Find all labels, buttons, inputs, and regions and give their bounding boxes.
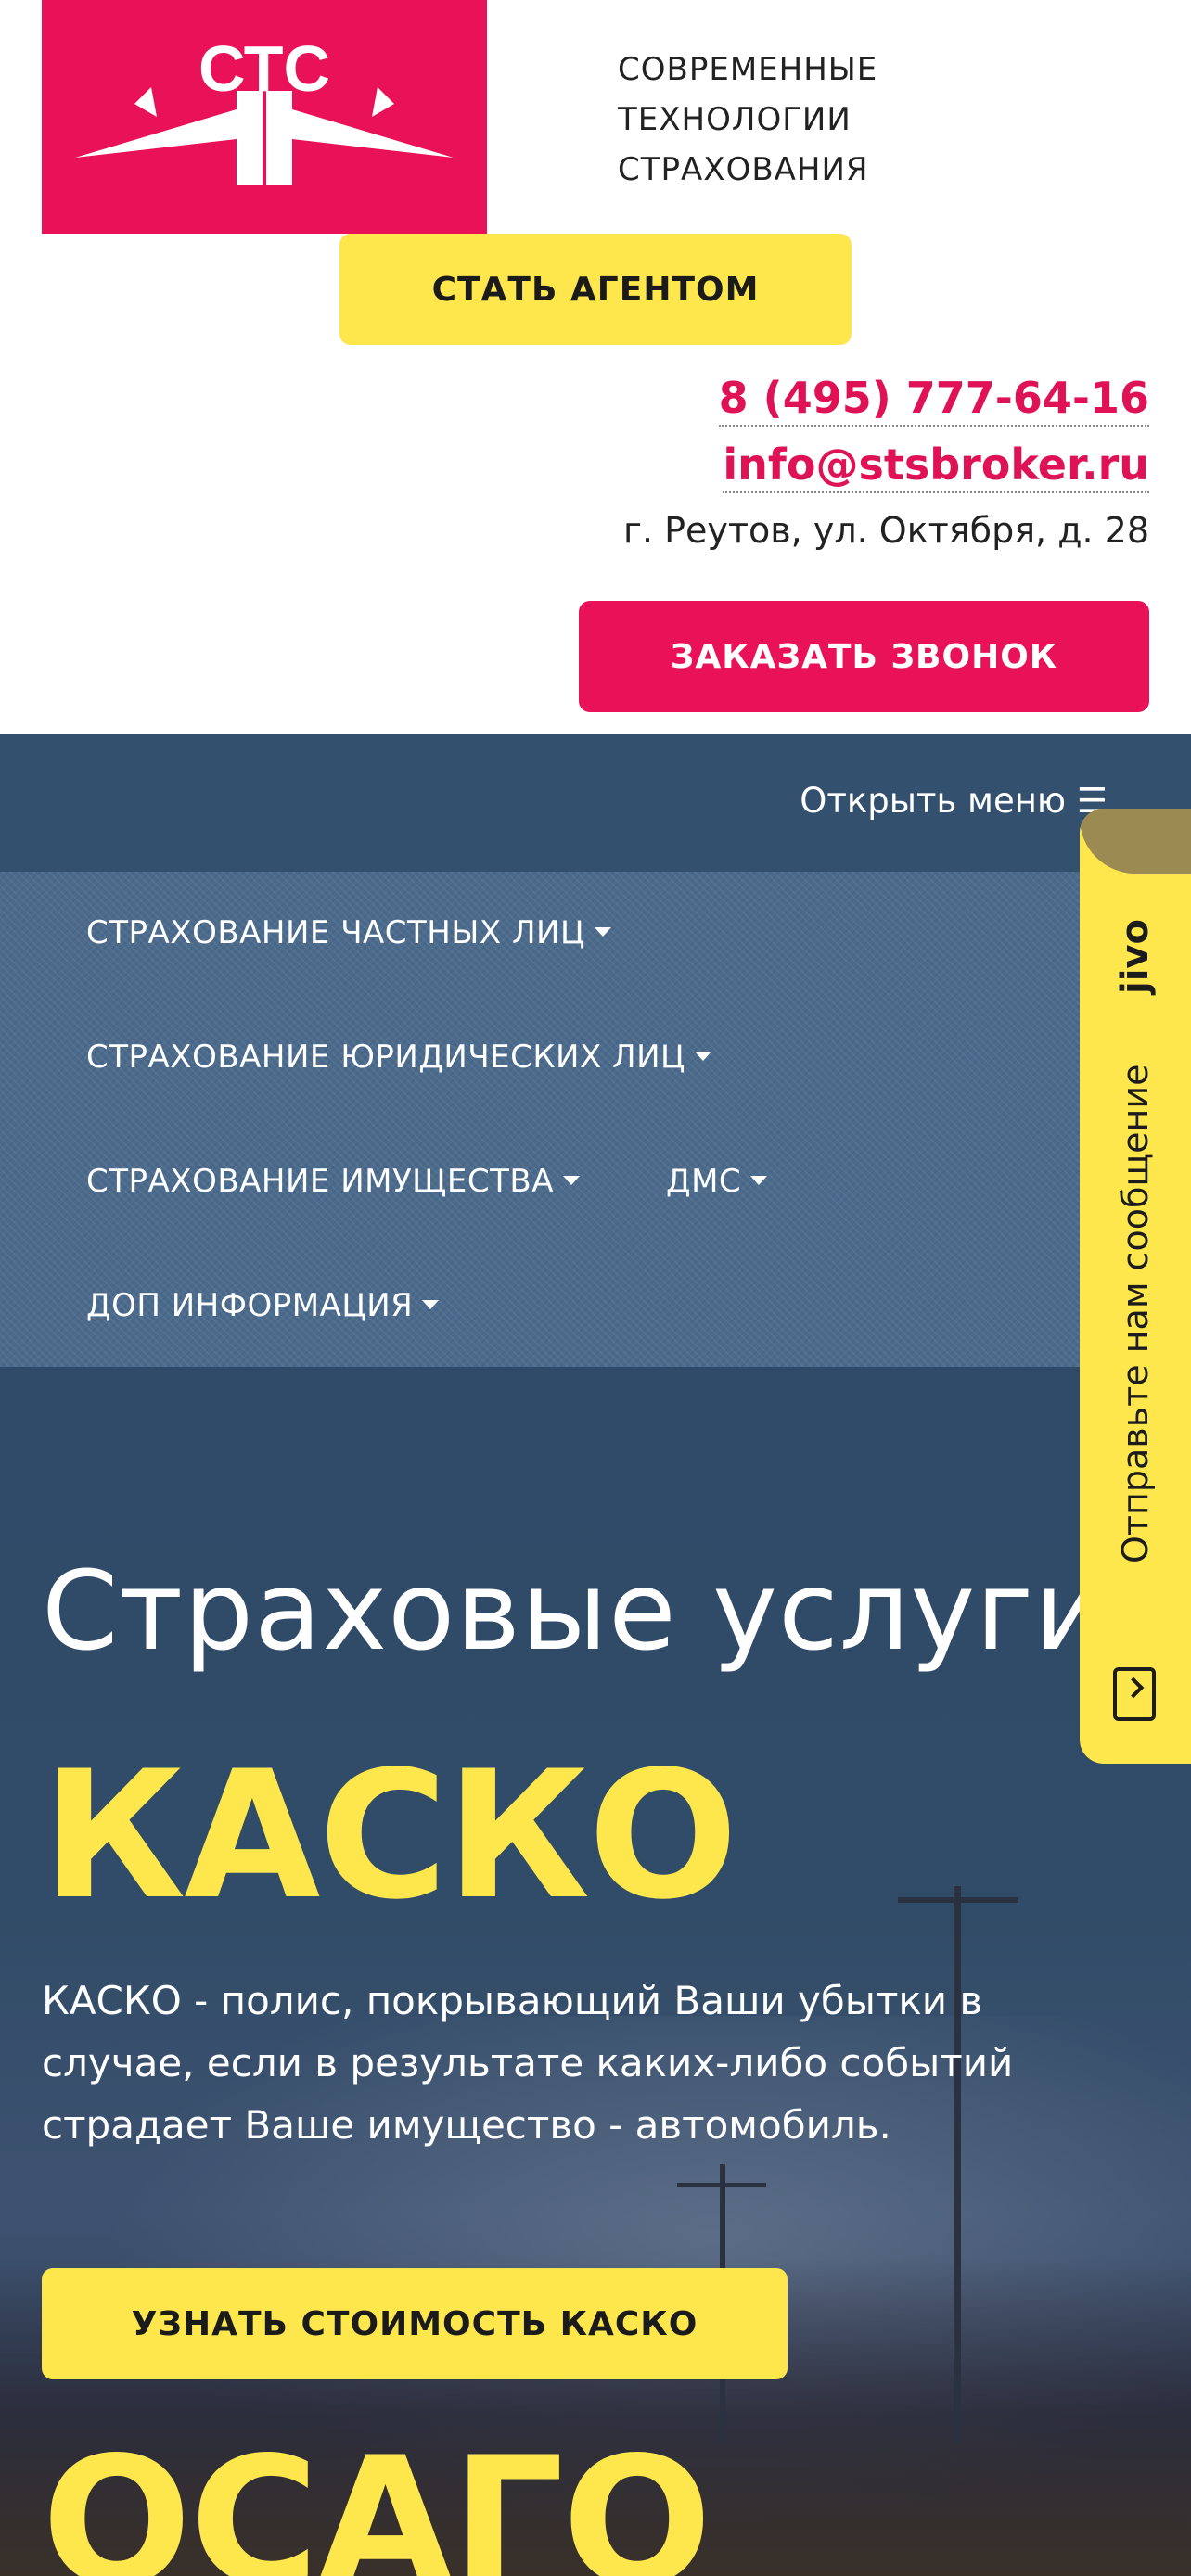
menu-item-legal[interactable]: СТРАХОВАНИЕ ЮРИДИЧЕСКИХ ЛИЦ xyxy=(86,1039,711,1076)
tagline-line: СОВРЕМЕННЫЕ xyxy=(618,51,878,88)
become-agent-button[interactable]: СТАТЬ АГЕНТОМ xyxy=(339,234,852,345)
menu-item-property[interactable]: СТРАХОВАНИЕ ИМУЩЕСТВА xyxy=(86,1163,580,1200)
phone-link[interactable]: 8 (495) 777-64-16 xyxy=(718,371,1149,427)
kasko-price-button[interactable]: УЗНАТЬ СТОИМОСТЬ КАСКО xyxy=(42,2268,788,2379)
tagline-line: СТРАХОВАНИЯ xyxy=(618,151,869,188)
product-title-osago: ОСАГО xyxy=(42,2419,712,2576)
caret-down-icon xyxy=(594,926,611,937)
caret-down-icon xyxy=(562,1175,580,1185)
site-header: СТС СОВРЕМЕННЫЕ ТЕХНОЛОГИИ СТРАХОВАНИЯ С… xyxy=(0,0,1191,734)
logo[interactable]: СТС xyxy=(42,0,487,234)
order-call-button[interactable]: ЗАКАЗАТЬ ЗВОНОК xyxy=(579,601,1149,712)
caret-down-icon xyxy=(694,1051,711,1061)
open-menu-button[interactable]: Открыть меню ☰ xyxy=(800,781,1108,821)
logo-emblem: СТС xyxy=(75,32,454,185)
menu-item-private[interactable]: СТРАХОВАНИЕ ЧАСТНЫХ ЛИЦ xyxy=(86,914,611,951)
chat-icon xyxy=(1113,1667,1156,1721)
chat-widget-label: Отправьте нам сообщение xyxy=(1115,1064,1156,1564)
menu-item-extra-info[interactable]: ДОП ИНФОРМАЦИЯ xyxy=(86,1287,440,1324)
tagline-line: ТЕХНОЛОГИИ xyxy=(618,101,852,138)
menu-item-label: СТРАХОВАНИЕ ИМУЩЕСТВА xyxy=(86,1163,554,1200)
page-title: Страховые услуги xyxy=(42,1547,1107,1675)
menu-item-label: СТРАХОВАНИЕ ЧАСТНЫХ ЛИЦ xyxy=(86,914,585,951)
email-link[interactable]: info@stsbroker.ru xyxy=(723,438,1149,493)
main-menu: СТРАХОВАНИЕ ЧАСТНЫХ ЛИЦ СТРАХОВАНИЕ ЮРИД… xyxy=(0,872,1191,1367)
menu-item-dms[interactable]: ДМС xyxy=(666,1163,768,1200)
product-description-kasko: КАСКО - полис, покрывающий Ваши убытки в… xyxy=(42,1978,1014,2148)
nav-bar: Открыть меню ☰ xyxy=(0,734,1191,872)
address-text: г. Реутов, ул. Октября, д. 28 xyxy=(623,510,1149,551)
menu-item-label: СТРАХОВАНИЕ ЮРИДИЧЕСКИХ ЛИЦ xyxy=(86,1039,685,1076)
menu-item-label: ДОП ИНФОРМАЦИЯ xyxy=(86,1287,414,1324)
product-title-kasko: КАСКО xyxy=(42,1733,738,1938)
jivo-logo: jivo xyxy=(1114,919,1157,995)
caret-down-icon xyxy=(750,1175,768,1185)
chat-widget-button[interactable]: jivo Отправьте нам сообщение xyxy=(1080,809,1191,1764)
menu-item-label: ДМС xyxy=(666,1163,742,1200)
caret-down-icon xyxy=(422,1299,440,1309)
tagline: СОВРЕМЕННЫЕ ТЕХНОЛОГИИ СТРАХОВАНИЯ xyxy=(618,45,877,195)
logo-text: СТС xyxy=(198,32,330,105)
